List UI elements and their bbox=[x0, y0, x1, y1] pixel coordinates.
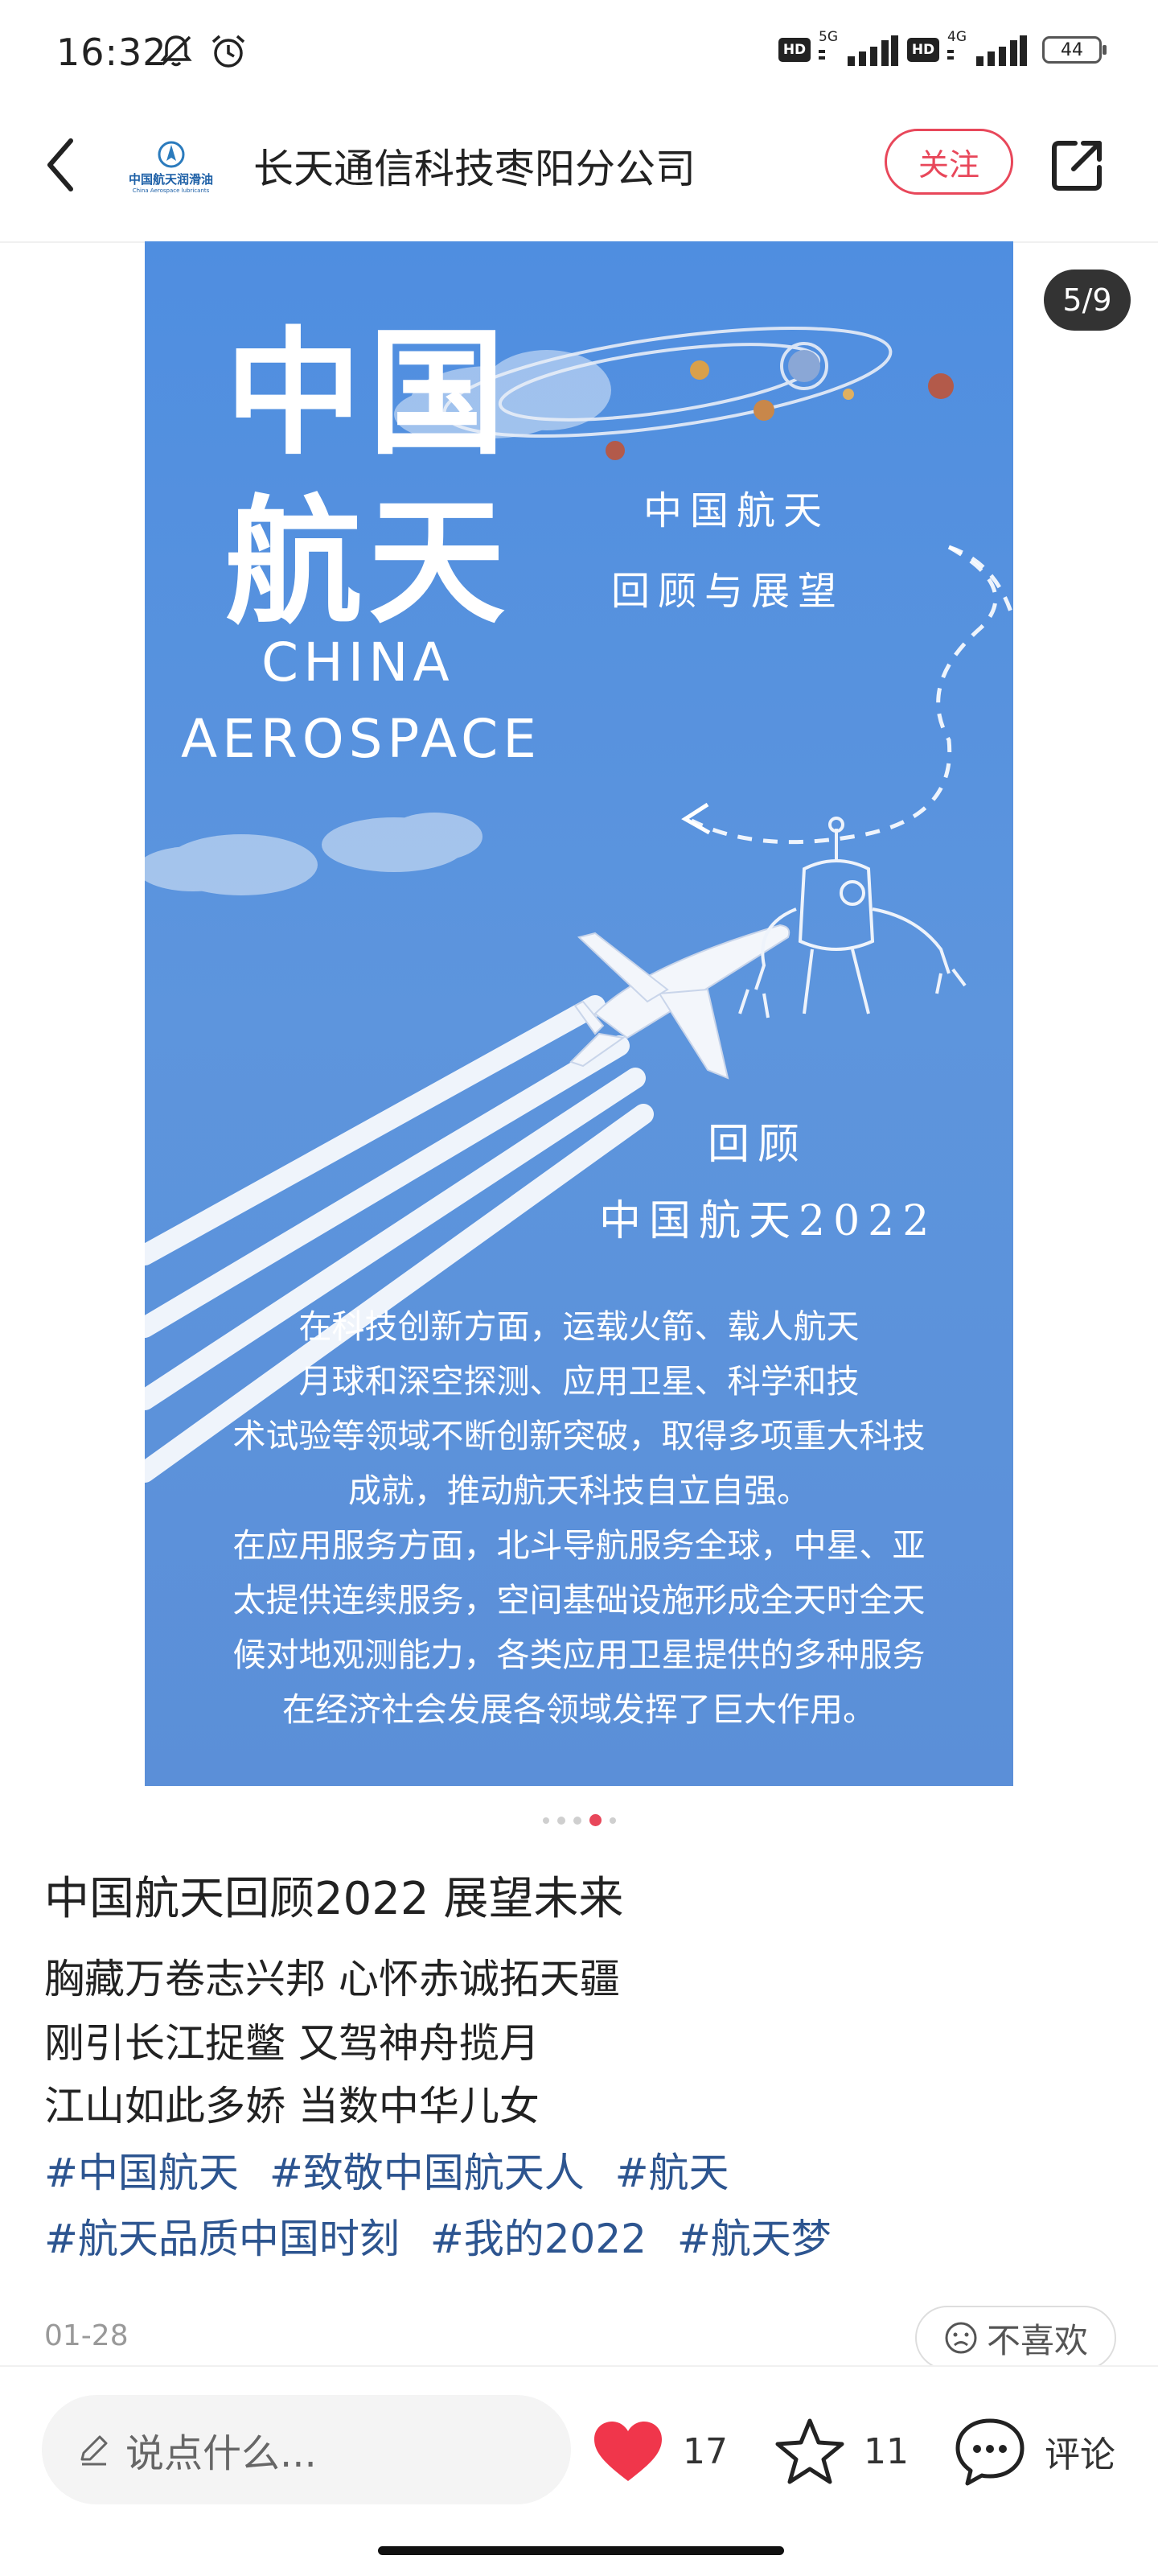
status-bar: 16:32 HD 5G HD 4G 44 bbox=[0, 0, 1158, 105]
carousel-pagination bbox=[0, 1814, 1158, 1826]
comment-input[interactable]: 说点什么... bbox=[42, 2395, 571, 2504]
chat-bubble-icon bbox=[955, 2418, 1025, 2486]
comment-placeholder: 说点什么... bbox=[125, 2431, 317, 2476]
poster-title-line2: 航天 bbox=[225, 484, 512, 643]
signal-4g-icon: 4G bbox=[947, 29, 1028, 68]
hd-badge-2: HD bbox=[907, 38, 939, 62]
poster-body-line: 在科技创新方面，运载火箭、载人航天 bbox=[298, 1307, 860, 1346]
like-button[interactable]: 17 bbox=[591, 2411, 728, 2492]
pagination-dot[interactable] bbox=[556, 1816, 565, 1825]
poster-body-line: 月球和深空探测、应用卫星、科学和技 bbox=[298, 1362, 860, 1401]
post-text-line: 胸藏万卷志兴邦 心怀赤诚拓天疆 bbox=[44, 1956, 620, 2002]
comment-label: 评论 bbox=[1045, 2434, 1115, 2475]
post-date: 01-28 bbox=[44, 2319, 129, 2352]
poster-body-line: 太提供连续服务，空间基础设施形成全天时全天 bbox=[232, 1581, 926, 1619]
comment-button[interactable]: 评论 bbox=[953, 2411, 1115, 2492]
poster-body-line: 术试验等领域不断创新突破，取得多项重大科技 bbox=[232, 1417, 926, 1455]
share-icon bbox=[1052, 141, 1102, 191]
hashtag-link[interactable]: #航天品质中国时刻 bbox=[44, 2216, 400, 2262]
post-text-line: 刚引长江捉鳖 又驾神舟揽月 bbox=[44, 2020, 540, 2067]
alarm-clock-icon bbox=[211, 35, 245, 68]
poster-body-text: 在科技创新方面，运载火箭、载人航天 月球和深空探测、应用卫星、科学和技 术试验等… bbox=[161, 1299, 997, 1737]
post-text-line: 江山如此多娇 当数中华儿女 bbox=[44, 2083, 540, 2130]
dislike-label: 不喜欢 bbox=[986, 2320, 1088, 2360]
heart-icon bbox=[594, 2422, 662, 2481]
account-name[interactable]: 长天通信科技枣阳分公司 bbox=[253, 137, 696, 201]
favorite-button[interactable]: 11 bbox=[774, 2411, 909, 2492]
battery-level: 44 bbox=[1061, 39, 1083, 60]
poster-body-line: 在应用服务方面，北斗导航服务全球，中星、亚 bbox=[232, 1526, 926, 1565]
poster-en-line2: AEROSPACE bbox=[181, 708, 541, 770]
post-title: 中国航天回顾2022 展望未来 bbox=[44, 1873, 624, 1925]
logo-subtext: China Aerospace lubricants bbox=[132, 187, 210, 194]
star-icon bbox=[775, 2418, 844, 2484]
poster-title-line1: 中国 bbox=[225, 315, 512, 474]
poster-body-line: 在经济社会发展各领域发挥了巨大作用。 bbox=[282, 1690, 876, 1729]
poster-body-line: 成就，推动航天科技自立自强。 bbox=[348, 1471, 810, 1510]
signal-5g-icon: 5G bbox=[819, 29, 899, 68]
favorite-count: 11 bbox=[864, 2430, 909, 2472]
status-time: 16:32 bbox=[56, 31, 167, 74]
poster-review-line1: 回顾 bbox=[708, 1121, 808, 1169]
poster-en-line1: CHINA bbox=[261, 632, 454, 693]
chevron-left-icon bbox=[47, 138, 73, 191]
battery-icon: 44 bbox=[1042, 36, 1107, 64]
logo-text: 中国航天润滑油 bbox=[128, 172, 213, 187]
hashtag-link[interactable]: #致敬中国航天人 bbox=[269, 2150, 585, 2196]
pagination-dot-active[interactable] bbox=[589, 1814, 602, 1826]
account-logo[interactable]: 中国航天润滑油 China Aerospace lubricants bbox=[117, 133, 225, 201]
hashtag-link[interactable]: #我的2022 bbox=[430, 2216, 647, 2262]
home-indicator[interactable] bbox=[378, 2546, 784, 2555]
carousel-counter: 5/9 bbox=[1044, 270, 1131, 331]
hashtag-link[interactable]: #航天 bbox=[615, 2150, 729, 2196]
back-button[interactable] bbox=[32, 129, 88, 201]
mute-bell-icon bbox=[160, 35, 192, 67]
hashtag-link[interactable]: #中国航天 bbox=[44, 2150, 239, 2196]
poster-review-line2: 中国航天2022 bbox=[599, 1197, 938, 1245]
share-button[interactable] bbox=[1041, 129, 1114, 201]
sad-face-icon bbox=[945, 2322, 977, 2354]
pagination-dot[interactable] bbox=[542, 1817, 549, 1824]
bottom-action-bar: 说点什么... 17 11 评论 bbox=[0, 2365, 1158, 2576]
carousel-image[interactable]: 中国 航天 CHINA AEROSPACE 中国航天 回顾与展望 回顾 中国航天… bbox=[145, 241, 1013, 1786]
poster-body-line: 候对地观测能力，各类应用卫星提供的多种服务 bbox=[232, 1636, 926, 1674]
pencil-icon bbox=[80, 2435, 108, 2466]
post-tags: #中国航天 #致敬中国航天人 #航天 #航天品质中国时刻 #我的2022 #航天… bbox=[44, 2140, 1122, 2272]
poster-subtitle-line1: 中国航天 bbox=[643, 488, 831, 533]
poster-subtitle-line2: 回顾与展望 bbox=[611, 569, 845, 614]
pagination-dot[interactable] bbox=[609, 1817, 616, 1824]
rocket-logo-icon bbox=[158, 141, 184, 168]
dislike-button[interactable]: 不喜欢 bbox=[915, 2306, 1116, 2370]
pagination-dot[interactable] bbox=[573, 1816, 581, 1825]
follow-button[interactable]: 关注 bbox=[885, 129, 1013, 195]
hd-badge: HD bbox=[778, 38, 811, 62]
hashtag-link[interactable]: #航天梦 bbox=[677, 2216, 832, 2262]
like-count: 17 bbox=[683, 2430, 728, 2472]
post-header: 中国航天润滑油 China Aerospace lubricants 长天通信科… bbox=[0, 105, 1158, 243]
